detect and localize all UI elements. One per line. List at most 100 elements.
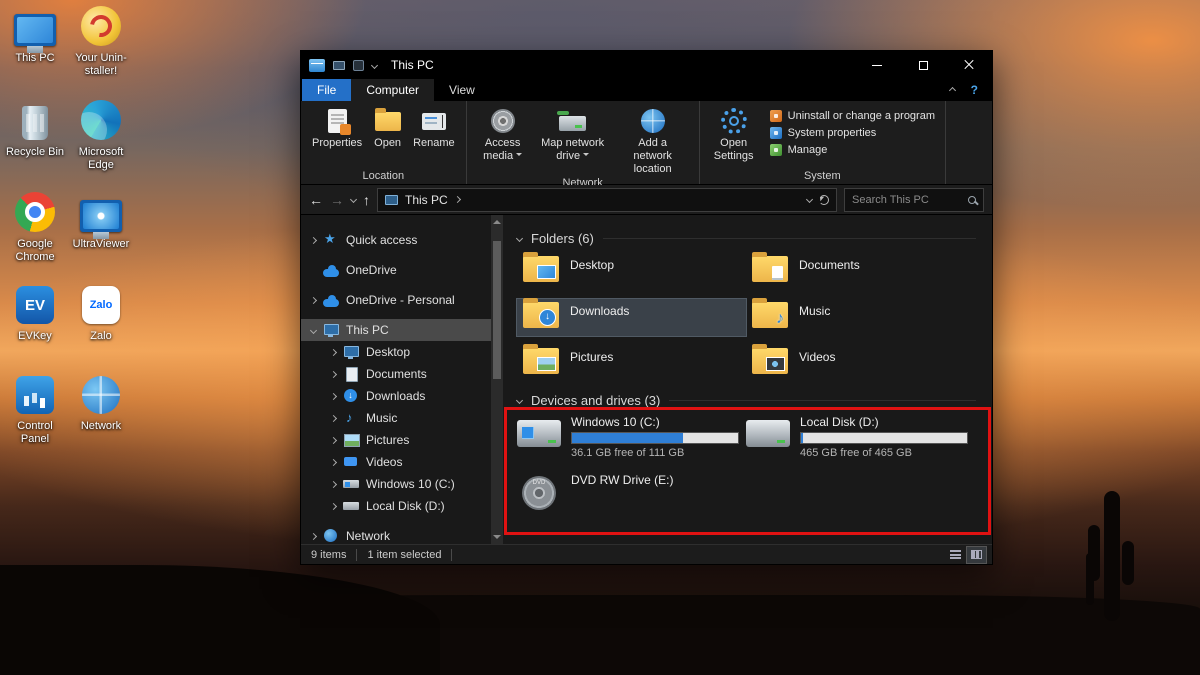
folder-tile-music[interactable]: Music [746,299,975,336]
sidebar-item-windows10-c[interactable]: Windows 10 (C:) [301,473,491,495]
desktop-icon-label: Recycle Bin [6,146,64,159]
large-icons-view-button[interactable] [967,547,986,563]
desktop-icon-control-panel[interactable]: Control Panel [4,374,66,445]
scrollbar-thumb[interactable] [493,241,501,379]
chevron-right-icon[interactable] [330,436,337,443]
scroll-up-icon[interactable] [493,220,501,224]
drive-tile-dvd-e[interactable]: DVD RW Drive (E:) [517,473,746,518]
search-icon[interactable] [968,196,976,204]
properties-shortcut-icon[interactable] [353,60,364,71]
uninstall-program-button[interactable]: Uninstall or change a program [770,110,935,122]
map-network-drive-button[interactable]: Map network drive [535,104,611,163]
uninstall-icon [770,110,782,122]
sidebar-item-documents[interactable]: Documents [301,363,491,385]
folders-section-header[interactable]: Folders (6) [517,228,988,248]
open-button[interactable]: Open [369,104,406,150]
sidebar-item-local-disk-d[interactable]: Local Disk (D:) [301,495,491,517]
folder-tile-downloads[interactable]: Downloads [517,299,746,336]
tab-view[interactable]: View [434,79,490,101]
chevron-right-icon[interactable] [330,458,337,465]
refresh-icon[interactable] [819,195,829,205]
chevron-right-icon[interactable] [310,236,317,243]
desktop-icon-this-pc[interactable]: This PC [4,6,66,65]
desktop-icon-recycle-bin[interactable]: Recycle Bin [4,100,66,159]
manage-button[interactable]: Manage [770,144,935,156]
desktop-icon-evkey[interactable]: EVKey [4,284,66,343]
desktop-icon-network[interactable]: Network [70,374,132,433]
access-media-button[interactable]: Access media [473,104,533,163]
folder-tile-desktop[interactable]: Desktop [517,253,746,290]
devices-section-header[interactable]: Devices and drives (3) [517,390,988,410]
desktop-folder-icon [343,345,359,359]
properties-button[interactable]: Properties [307,104,367,150]
sidebar-item-label: Local Disk (D:) [366,499,445,513]
computer-icon[interactable] [333,61,345,70]
chevron-right-icon[interactable] [330,414,337,421]
drive-tile-windows10-c[interactable]: Windows 10 (C:) 36.1 GB free of 111 GB [517,415,746,460]
chevron-right-icon[interactable] [330,348,337,355]
chevron-right-icon[interactable] [310,532,317,539]
folder-icon [523,348,559,374]
title-bar[interactable]: This PC [301,51,992,79]
chevron-right-icon[interactable] [330,392,337,399]
tab-computer[interactable]: Computer [351,79,434,101]
desktop-icon-chrome[interactable]: Google Chrome [4,192,66,263]
open-settings-button[interactable]: Open Settings [706,104,762,163]
rename-button[interactable]: Rename [408,104,460,150]
sidebar-item-music[interactable]: Music [301,407,491,429]
minimize-button[interactable] [854,51,900,79]
help-icon[interactable]: ? [971,83,978,97]
sidebar-item-this-pc[interactable]: This PC [301,319,491,341]
breadcrumb[interactable]: This PC [405,193,448,207]
sidebar-item-pictures[interactable]: Pictures [301,429,491,451]
chevron-down-icon[interactable] [371,61,378,68]
folder-name: Downloads [570,304,629,318]
up-button[interactable]: ↑ [363,193,370,207]
chevron-right-icon[interactable] [310,296,317,303]
maximize-button[interactable] [900,51,946,79]
drive-tile-local-disk-d[interactable]: Local Disk (D:) 465 GB free of 465 GB [746,415,975,460]
folder-tile-documents[interactable]: Documents [746,253,975,290]
desktop-icon-label: EVKey [18,330,52,343]
sidebar-item-onedrive[interactable]: OneDrive [301,259,491,281]
recent-locations-icon[interactable] [350,196,357,203]
chevron-down-icon[interactable] [310,326,317,333]
dvd-icon [522,476,556,510]
forward-button[interactable]: → [330,193,344,207]
add-network-location-button[interactable]: Add a network location [613,104,693,177]
chevron-right-icon[interactable] [454,196,461,203]
desktop-icon-ultraviewer[interactable]: UltraViewer [70,192,132,251]
folder-tile-pictures[interactable]: Pictures [517,345,746,382]
details-view-icon [950,550,961,559]
details-view-button[interactable] [946,547,965,563]
desktop-icon-edge[interactable]: Microsoft Edge [70,100,132,171]
uninstaller-icon [81,6,121,48]
folder-tile-videos[interactable]: Videos [746,345,975,382]
scroll-down-icon[interactable] [493,535,501,539]
system-properties-button[interactable]: System properties [770,127,935,139]
address-bar[interactable]: This PC [377,188,837,212]
search-box[interactable] [844,188,984,212]
close-button[interactable] [946,51,992,79]
quick-access-toolbar[interactable] [333,60,377,71]
media-disc-icon [491,108,515,134]
search-input[interactable] [852,194,963,206]
sidebar-item-network[interactable]: Network [301,525,491,544]
address-dropdown-icon[interactable] [806,196,813,203]
back-button[interactable]: ← [309,193,323,207]
collapse-ribbon-icon[interactable] [949,86,956,93]
sidebar-item-quick-access[interactable]: Quick access [301,229,491,251]
sidebar-item-videos[interactable]: Videos [301,451,491,473]
tab-file[interactable]: File [302,79,351,101]
desktop-icon-uninstaller[interactable]: Your Unin-staller! [70,6,132,77]
sidebar-item-onedrive-personal[interactable]: OneDrive - Personal [301,289,491,311]
chevron-right-icon[interactable] [330,502,337,509]
desktop-icon-zalo[interactable]: Zalo [70,284,132,343]
sidebar-item-desktop[interactable]: Desktop [301,341,491,363]
sidebar-item-downloads[interactable]: Downloads [301,385,491,407]
sidebar-scrollbar[interactable] [491,215,503,544]
desktop-icon-label: Microsoft Edge [70,146,132,171]
selection-count: 1 item selected [367,549,441,561]
chevron-right-icon[interactable] [330,370,337,377]
chevron-right-icon[interactable] [330,480,337,487]
